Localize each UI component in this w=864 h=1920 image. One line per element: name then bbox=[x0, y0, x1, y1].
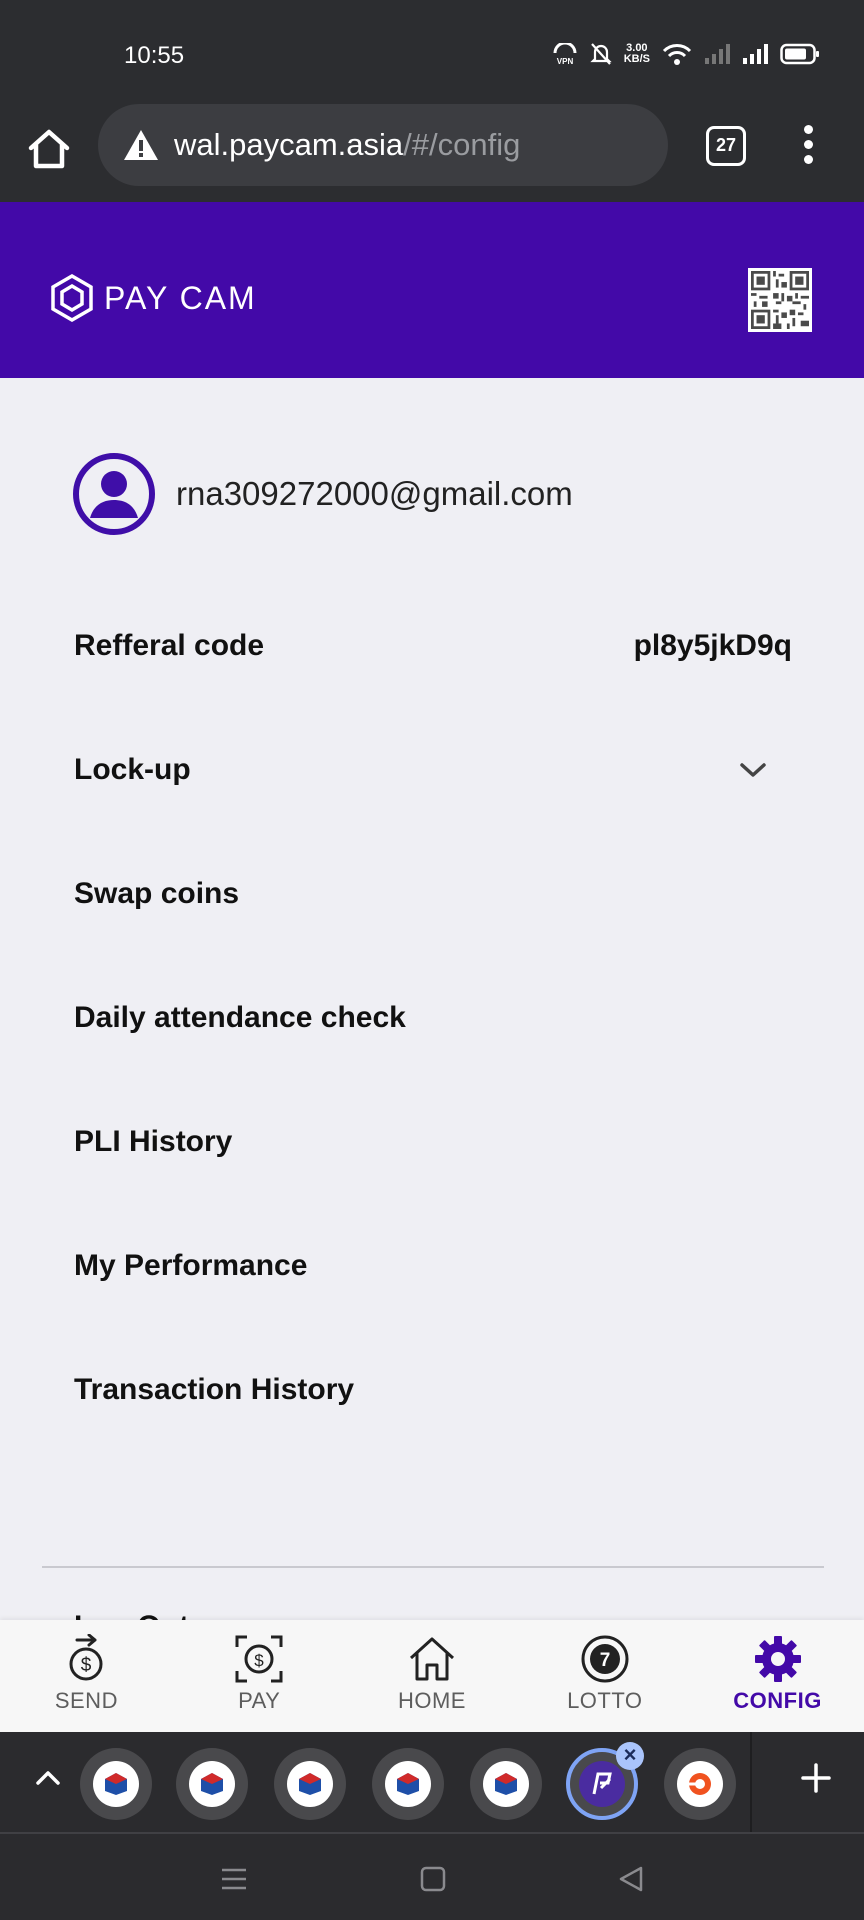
site-favicon-icon bbox=[495, 1773, 517, 1795]
close-tab-icon[interactable]: × bbox=[616, 1742, 644, 1770]
nav-pay-label: PAY bbox=[238, 1688, 281, 1713]
tab-thumbnail[interactable] bbox=[372, 1748, 444, 1820]
swap-coins-item[interactable]: Swap coins bbox=[74, 832, 794, 956]
nav-lotto-label: LOTTO bbox=[567, 1688, 643, 1713]
signal-icon bbox=[743, 44, 768, 64]
nav-lotto[interactable]: 7 LOTTO bbox=[518, 1620, 691, 1732]
pli-history-label: PLI History bbox=[74, 1125, 233, 1158]
browser-toolbar: wal.paycam.asia/#/config 27 bbox=[0, 100, 864, 202]
lotto-ball-icon: 7 bbox=[581, 1635, 629, 1683]
browser-tab-strip: × bbox=[0, 1732, 864, 1832]
active-tab-thumbnail[interactable]: × bbox=[566, 1742, 644, 1820]
nav-config-label: CONFIG bbox=[733, 1688, 822, 1713]
system-nav-bar bbox=[0, 1832, 864, 1920]
site-favicon-icon bbox=[201, 1773, 223, 1795]
paycam-favicon-icon bbox=[592, 1772, 612, 1795]
browser-menu-icon[interactable] bbox=[796, 122, 820, 172]
signal-weak-icon bbox=[705, 44, 730, 64]
mute-bell-icon bbox=[590, 43, 612, 65]
battery-icon bbox=[780, 43, 819, 65]
my-performance-item[interactable]: My Performance bbox=[74, 1204, 794, 1328]
nav-config[interactable]: CONFIG bbox=[691, 1620, 864, 1732]
referral-code-row: Refferal code pl8y5jkD9q bbox=[74, 584, 794, 708]
gear-icon bbox=[754, 1636, 801, 1682]
home-icon[interactable] bbox=[24, 124, 74, 174]
back-icon[interactable] bbox=[618, 1866, 644, 1892]
pli-history-item[interactable]: PLI History bbox=[74, 1080, 794, 1204]
home-nav-icon bbox=[409, 1637, 454, 1681]
nav-pay[interactable]: $ PAY bbox=[173, 1620, 346, 1732]
nav-home[interactable]: HOME bbox=[346, 1620, 519, 1732]
transaction-history-label: Transaction History bbox=[74, 1373, 355, 1406]
paycam-logo: PAY CAM bbox=[50, 274, 257, 322]
vpn-icon: VPN bbox=[553, 43, 577, 65]
home-system-icon[interactable] bbox=[420, 1866, 446, 1892]
logo-text: PAY CAM bbox=[104, 279, 257, 316]
avatar-icon bbox=[73, 453, 155, 535]
referral-code-label: Refferal code bbox=[74, 629, 265, 662]
wifi-icon bbox=[662, 44, 692, 65]
profile-row: rna309272000@gmail.com bbox=[72, 452, 573, 536]
site-favicon-icon bbox=[397, 1773, 419, 1795]
tab-switcher-button[interactable]: 27 bbox=[706, 126, 746, 166]
swap-coins-label: Swap coins bbox=[74, 877, 240, 910]
nav-home-label: HOME bbox=[397, 1688, 466, 1713]
paycam-logo-icon bbox=[51, 274, 93, 322]
tab-thumbnail[interactable] bbox=[80, 1748, 152, 1820]
referral-code-value: pl8y5jkD9q bbox=[633, 629, 792, 662]
lotto-number: 7 bbox=[599, 1650, 610, 1671]
tab-thumbnail[interactable] bbox=[274, 1748, 346, 1820]
url-path: /#/config bbox=[403, 127, 521, 162]
user-email: rna309272000@gmail.com bbox=[176, 475, 573, 512]
net-speed: 3.00 KB/S bbox=[623, 42, 650, 65]
url-text: wal.paycam.asia/#/config bbox=[174, 127, 520, 163]
url-host: wal.paycam.asia bbox=[174, 127, 404, 162]
config-menu: Refferal code pl8y5jkD9q Lock-up Swap co… bbox=[74, 584, 794, 1452]
new-tab-plus-icon[interactable] bbox=[800, 1762, 832, 1794]
status-time: 10:55 bbox=[124, 42, 185, 69]
tab-thumbnail[interactable] bbox=[176, 1748, 248, 1820]
daily-attendance-label: Daily attendance check bbox=[74, 1001, 406, 1034]
chevron-up-icon[interactable] bbox=[34, 1766, 62, 1788]
svg-text:VPN: VPN bbox=[556, 57, 573, 65]
svg-text:$: $ bbox=[81, 1655, 92, 1676]
pay-scan-icon: $ bbox=[235, 1635, 283, 1683]
qr-code-icon[interactable] bbox=[748, 268, 812, 332]
nav-send-label: SEND bbox=[54, 1688, 118, 1713]
recents-icon[interactable] bbox=[220, 1866, 248, 1892]
my-performance-label: My Performance bbox=[74, 1249, 308, 1282]
app-header: PAY CAM bbox=[0, 202, 864, 378]
lockup-label: Lock-up bbox=[74, 753, 191, 786]
nav-send[interactable]: $ SEND bbox=[0, 1620, 173, 1732]
warning-icon[interactable] bbox=[122, 128, 160, 162]
tab-thumbnail[interactable] bbox=[470, 1748, 542, 1820]
site-favicon-icon bbox=[299, 1773, 321, 1795]
site-favicon-icon bbox=[105, 1773, 127, 1795]
tab-strip-divider bbox=[750, 1732, 752, 1832]
daily-attendance-item[interactable]: Daily attendance check bbox=[74, 956, 794, 1080]
bottom-nav: $ SEND $ PAY HOME 7 LOTTO CONFIG bbox=[0, 1620, 864, 1732]
address-bar[interactable]: wal.paycam.asia/#/config bbox=[98, 104, 668, 186]
lockup-item[interactable]: Lock-up bbox=[74, 708, 794, 832]
transaction-history-item[interactable]: Transaction History bbox=[74, 1328, 794, 1452]
send-money-icon: $ bbox=[69, 1634, 103, 1681]
svg-text:$: $ bbox=[254, 1651, 264, 1670]
tab-thumbnail[interactable] bbox=[664, 1748, 736, 1820]
status-bar: 10:55 VPN 3.00 KB/S bbox=[0, 0, 864, 100]
status-icons: VPN 3.00 KB/S bbox=[552, 42, 820, 66]
chevron-down-icon[interactable] bbox=[738, 760, 768, 780]
site-favicon-icon bbox=[689, 1773, 711, 1795]
divider bbox=[42, 1566, 824, 1568]
